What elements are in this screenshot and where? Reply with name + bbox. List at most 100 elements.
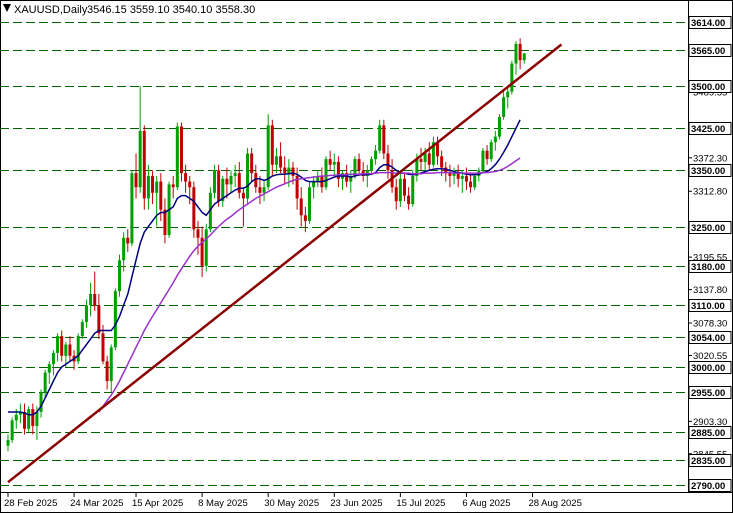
candle-body [225, 178, 229, 185]
candle-body [113, 291, 117, 348]
x-axis-label: 8 May 2025 [198, 498, 248, 509]
level-label: 3000.00 [691, 363, 725, 374]
candle-body [440, 156, 444, 168]
candle [246, 147, 250, 205]
candle-body [324, 159, 328, 188]
y-tick-label: 3312.80 [693, 187, 727, 198]
x-axis-label: 24 Mar 2025 [70, 498, 123, 509]
candle-body [332, 161, 336, 165]
candle-body [456, 173, 460, 179]
x-axis-label: 15 Jul 2025 [396, 498, 445, 509]
candle-body [134, 173, 138, 188]
candle [179, 122, 183, 182]
x-axis-label: 6 Aug 2025 [462, 498, 510, 509]
candle-body [68, 344, 72, 356]
level-label: 2790.00 [691, 481, 725, 492]
candle-body [14, 414, 18, 421]
x-axis-label: 15 Apr 2025 [132, 498, 183, 509]
candle-body [522, 53, 526, 61]
candle-body [101, 333, 105, 362]
candle-body [481, 150, 485, 171]
candle-body [246, 153, 250, 199]
candle-body [250, 153, 254, 174]
candle-body [411, 175, 415, 205]
x-axis-label: 30 May 2025 [264, 498, 319, 509]
candle-body [291, 167, 295, 176]
candle [76, 333, 80, 365]
candle-body [151, 175, 155, 193]
candle-body [270, 125, 274, 165]
chart-header: XAUUSD,Daily 3546.15 3559.10 3540.10 355… [3, 4, 255, 16]
candle-body [497, 116, 501, 137]
candle-body [217, 170, 221, 202]
candle-body [473, 175, 477, 188]
candle-body [378, 125, 382, 151]
candle [382, 119, 386, 160]
candle-body [369, 159, 373, 171]
candle [10, 417, 14, 443]
candle-body [357, 159, 361, 171]
candle-body [233, 173, 237, 176]
candle-body [353, 159, 357, 176]
candle-body [23, 411, 27, 429]
candle [80, 319, 84, 339]
level-label: 2885.00 [691, 428, 725, 439]
candle [27, 406, 31, 432]
candle-body [386, 153, 390, 171]
candle-body [402, 178, 406, 196]
x-axis-label: 28 Feb 2025 [4, 498, 57, 509]
candle-body [97, 305, 101, 334]
candle-body [262, 187, 266, 193]
y-tick-label: 3078.30 [693, 319, 727, 330]
level-label: 3614.00 [691, 18, 725, 29]
candle-body [163, 209, 167, 235]
candle-body [51, 352, 55, 365]
candle-body [423, 153, 427, 162]
candle-body [489, 142, 493, 160]
candle-body [213, 170, 216, 193]
y-tick-label: 3137.80 [693, 285, 727, 296]
candle-body [188, 181, 192, 188]
candle-body [514, 43, 518, 64]
price-chart: 3565.053489.553372.303312.803195.553137.… [0, 0, 733, 513]
level-label: 3500.00 [691, 82, 725, 93]
candle-body [469, 181, 473, 188]
candle-body [138, 131, 142, 188]
candle [324, 156, 328, 191]
candle-body [237, 173, 241, 193]
candle-body [84, 305, 88, 323]
candle-body [60, 336, 64, 356]
candle-body [382, 125, 386, 154]
candle [204, 223, 208, 272]
candle-body [76, 336, 80, 362]
candle [130, 170, 134, 247]
candle-body [287, 167, 291, 174]
x-axis-label: 28 Aug 2025 [529, 498, 582, 509]
ohlc-readout: 3546.15 3559.10 3540.10 3558.30 [87, 4, 255, 16]
candle-body [105, 361, 109, 382]
candle-body [493, 136, 497, 143]
candle-body [448, 173, 452, 176]
level-label: 2835.00 [691, 456, 725, 467]
candle-body [10, 420, 14, 441]
candle [481, 147, 485, 174]
candle-body [109, 347, 113, 382]
candle-body [518, 43, 522, 61]
candle-body [307, 187, 311, 221]
x-axis-label: 23 Jun 2025 [330, 498, 382, 509]
candle-body [427, 153, 431, 165]
candle-body [192, 187, 196, 230]
candle [113, 288, 117, 351]
chart-window: 3565.053489.553372.303312.803195.553137.… [0, 0, 733, 513]
candle-body [279, 156, 283, 168]
candle-body [122, 237, 126, 261]
candle-body [258, 187, 262, 193]
candle [497, 114, 501, 140]
level-label: 3180.00 [691, 262, 725, 273]
candle-body [196, 229, 200, 238]
candle [142, 125, 146, 210]
candle-body [47, 364, 51, 373]
candle-body [43, 372, 47, 393]
candle-body [407, 195, 411, 205]
candle-body [485, 150, 489, 160]
